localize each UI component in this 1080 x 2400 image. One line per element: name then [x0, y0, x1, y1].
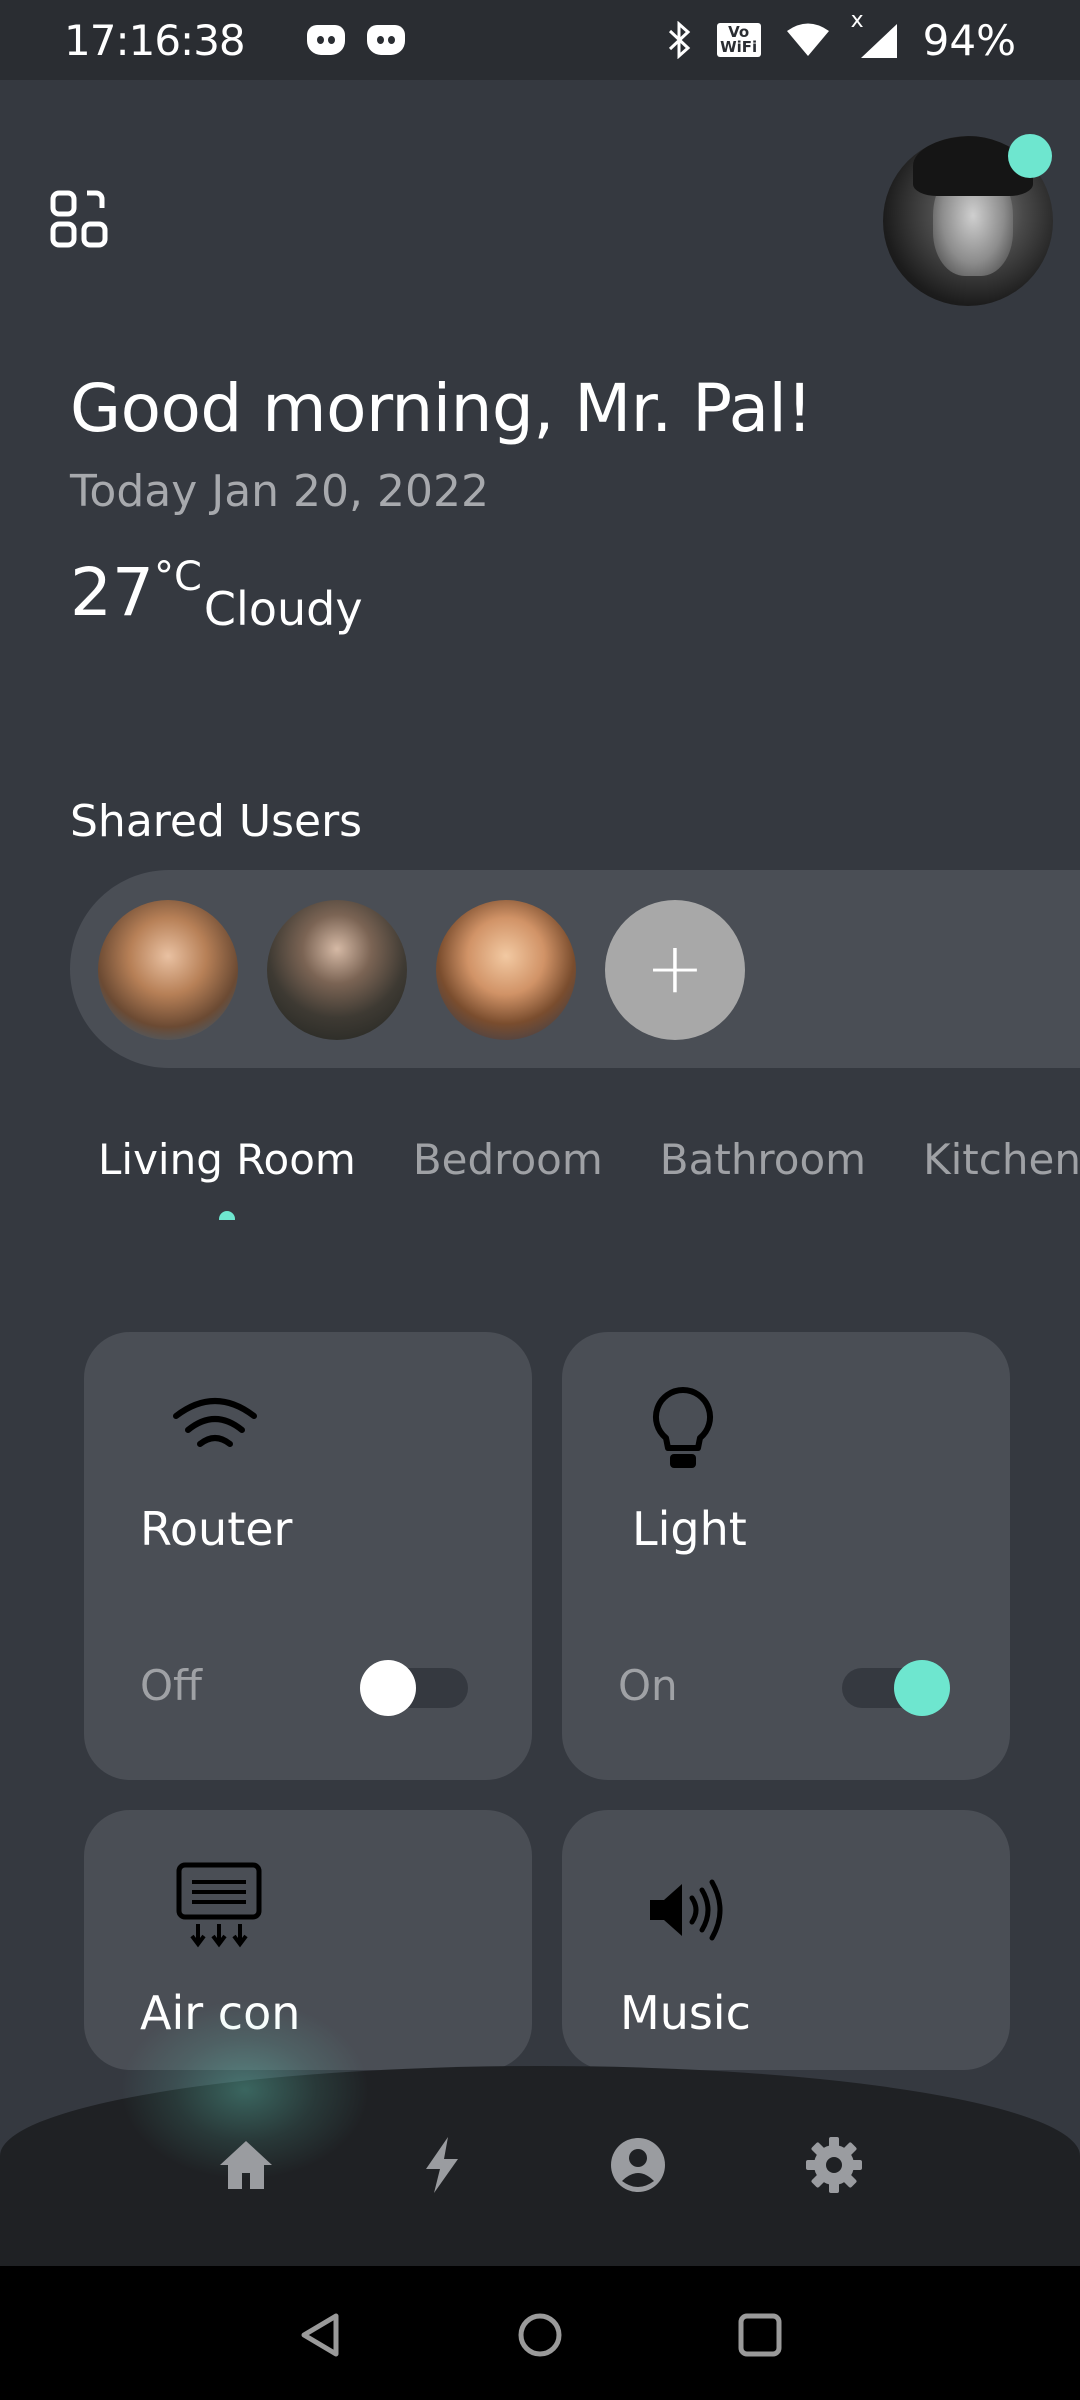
device-name: Router — [140, 1502, 293, 1556]
shared-users-title: Shared Users — [70, 796, 363, 847]
settings-icon[interactable] — [804, 2135, 864, 2195]
tab-bathroom[interactable]: Bathroom — [660, 1135, 866, 1184]
device-name: Music — [620, 1986, 751, 2040]
speaker-icon — [650, 1879, 723, 1941]
bulb-icon — [652, 1387, 714, 1468]
notification-icons — [306, 25, 405, 55]
router-toggle[interactable] — [360, 1660, 468, 1716]
device-state: Off — [140, 1661, 202, 1710]
weather-condition: Cloudy — [203, 582, 363, 636]
shared-users-bar: + — [70, 870, 1080, 1068]
home-circle-icon[interactable] — [515, 2310, 565, 2360]
room-tabs-container: Living Room Bedroom Bathroom Kitchen A — [0, 1120, 1080, 1220]
back-icon[interactable] — [296, 2310, 346, 2360]
shared-user-avatar[interactable] — [98, 900, 238, 1040]
device-state: On — [618, 1661, 678, 1710]
cell-signal-icon: x — [851, 8, 899, 60]
toggle-knob — [360, 1660, 416, 1716]
date-text: Today Jan 20, 2022 — [70, 466, 489, 517]
account-icon[interactable] — [608, 2135, 668, 2195]
greeting-title: Good morning, Mr. Pal! — [70, 370, 813, 447]
volte-bottom-text: WiFi — [720, 38, 758, 56]
device-name: Light — [632, 1502, 747, 1556]
weather-summary: 27 °C Cloudy — [70, 554, 363, 636]
device-card-router[interactable]: Router Off — [84, 1332, 532, 1780]
online-status-dot — [1008, 134, 1052, 178]
status-bar: 17:16:38 Vo WiFi x 94% — [0, 0, 1080, 80]
add-user-button[interactable]: + — [605, 900, 745, 1040]
shared-user-avatar[interactable] — [436, 900, 576, 1040]
battery-percent: 94% — [922, 15, 1016, 65]
recents-icon[interactable] — [735, 2310, 785, 2360]
device-card-light[interactable]: Light On — [562, 1332, 1010, 1780]
air-conditioner-icon — [176, 1862, 262, 1948]
tab-bedroom[interactable]: Bedroom — [413, 1135, 603, 1184]
temperature-value: 27 — [70, 554, 154, 631]
wifi-icon — [173, 1398, 257, 1447]
signal-badge: x — [850, 8, 864, 33]
status-time: 17:16:38 — [64, 15, 246, 65]
toggle-knob — [894, 1660, 950, 1716]
shared-user-avatar[interactable] — [267, 900, 407, 1040]
tab-kitchen[interactable]: Kitchen — [923, 1135, 1080, 1184]
discord-icon — [366, 25, 405, 55]
wifi-signal-icon — [786, 23, 829, 56]
volte-wifi-icon: Vo WiFi — [716, 23, 761, 57]
bolt-icon[interactable] — [412, 2135, 472, 2195]
device-card-music[interactable]: Music — [562, 1810, 1010, 2070]
grid-menu-icon[interactable] — [50, 190, 108, 248]
status-icons: Vo WiFi x 94% — [667, 8, 1016, 65]
temperature-unit: °C — [153, 554, 202, 600]
discord-icon — [306, 25, 345, 55]
light-toggle[interactable] — [842, 1660, 950, 1716]
bluetooth-icon — [668, 21, 690, 59]
tab-living-room[interactable]: Living Room — [98, 1135, 356, 1184]
home-icon[interactable] — [216, 2135, 276, 2195]
room-tabs: Living Room Bedroom Bathroom Kitchen A — [98, 1135, 1080, 1184]
